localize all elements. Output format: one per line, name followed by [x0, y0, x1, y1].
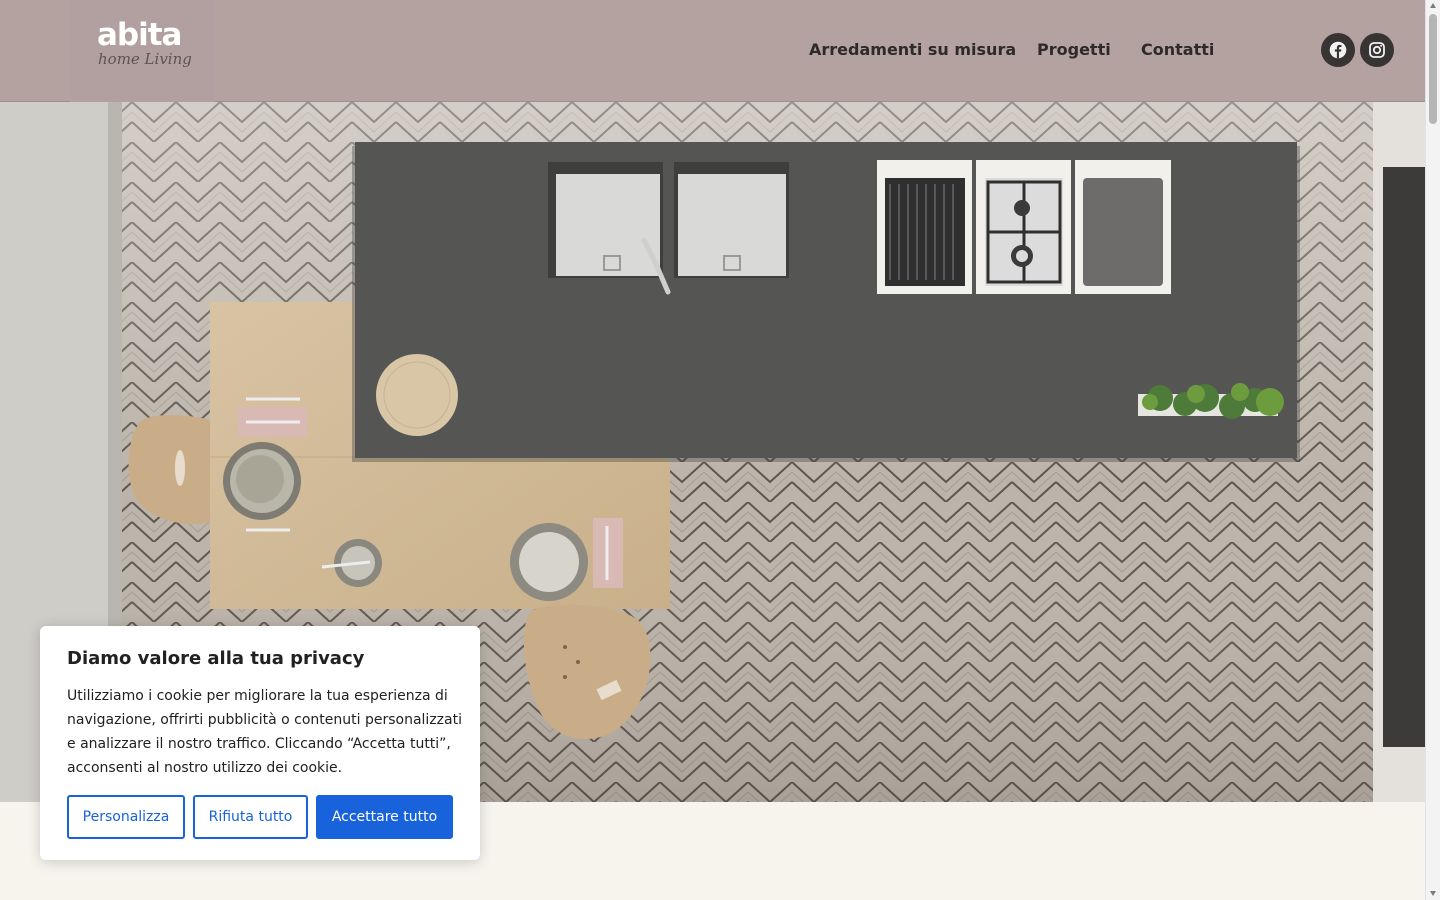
site-header: abita home Living Arredamenti su misura …	[0, 0, 1425, 102]
cookie-title: Diamo valore alla tua privacy	[67, 648, 365, 669]
cookie-consent-banner: Diamo valore alla tua privacy Utilizziam…	[40, 626, 480, 860]
facebook-button[interactable]	[1321, 33, 1355, 67]
logo-tagline: home Living	[98, 50, 192, 68]
facebook-icon	[1329, 41, 1347, 59]
nav-progetti[interactable]: Progetti	[1037, 40, 1111, 60]
scrollbar-thumb[interactable]	[1429, 14, 1437, 124]
customize-button[interactable]: Personalizza	[67, 795, 185, 839]
nav-arredamenti-su-misura[interactable]: Arredamenti su misura	[809, 40, 1016, 60]
page-scrollbar[interactable]	[1425, 0, 1440, 900]
logo-wordmark: abita	[97, 17, 182, 53]
scroll-up-arrow-icon[interactable]	[1430, 3, 1436, 8]
accept-all-button[interactable]: Accettare tutto	[316, 795, 453, 839]
instagram-button[interactable]	[1360, 33, 1394, 67]
instagram-icon	[1369, 42, 1385, 58]
reject-all-button[interactable]: Rifiuta tutto	[193, 795, 308, 839]
cookie-description: Utilizziamo i cookie per migliorare la t…	[67, 688, 462, 776]
nav-contatti[interactable]: Contatti	[1141, 40, 1214, 60]
site-logo[interactable]: abita home Living	[70, 0, 215, 102]
scroll-down-arrow-icon[interactable]	[1430, 891, 1436, 896]
